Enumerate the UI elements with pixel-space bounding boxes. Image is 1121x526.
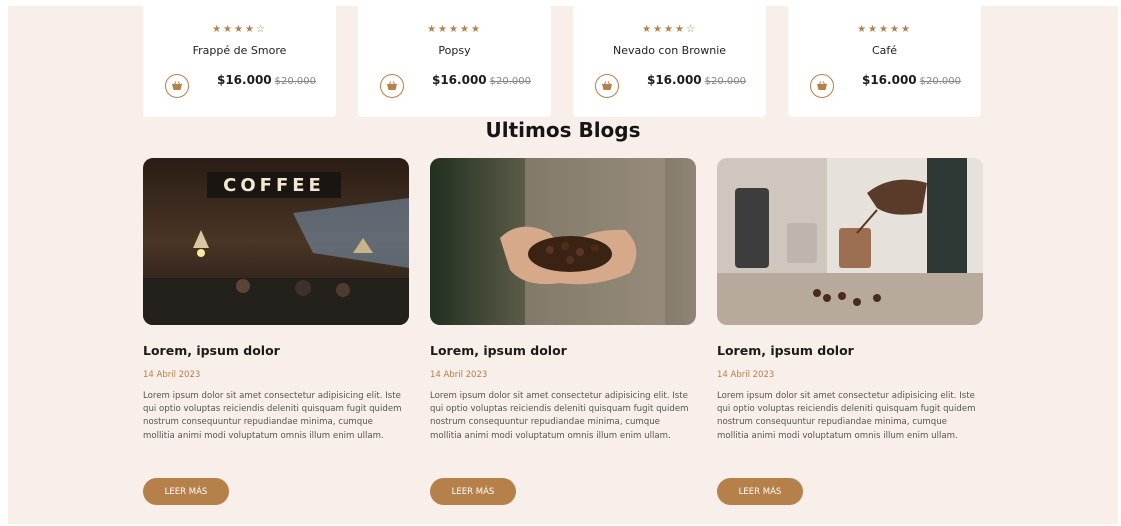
star-filled-icon: ★ [889, 24, 901, 35]
current-price: $16.000 [431, 73, 487, 87]
current-price: $16.000 [216, 73, 272, 87]
add-to-cart-button[interactable] [165, 74, 189, 98]
star-filled-icon: ★ [653, 24, 665, 35]
blog-title: Lorem, ipsum dolor [717, 343, 854, 358]
current-price: $16.000 [861, 73, 917, 87]
price: $16.000 $20.000 [432, 73, 531, 87]
star-rating: ★★★★★ [358, 24, 551, 35]
old-price: $20.000 [704, 76, 746, 87]
blog-card: COFFEE Lorem, ipsum dolor 14 Abril 2023 … [143, 158, 409, 505]
blog-title: Lorem, ipsum dolor [430, 343, 567, 358]
star-filled-icon: ★ [459, 24, 471, 35]
blog-date: 14 Abril 2023 [430, 370, 488, 380]
blog-image-cafe-interior[interactable]: COFFEE [143, 158, 409, 325]
product-card[interactable]: ★★★★★ Café $16.000 $20.000 [788, 6, 981, 117]
blog-image-coffee-pouring[interactable] [717, 158, 983, 325]
blog-date: 14 Abril 2023 [143, 370, 201, 380]
current-price: $16.000 [646, 73, 702, 87]
price: $16.000 $20.000 [862, 73, 961, 87]
star-filled-icon: ★ [449, 24, 460, 35]
read-more-button[interactable]: LEER MÁS [430, 478, 516, 505]
star-empty-icon: ☆ [685, 24, 697, 35]
star-filled-icon: ★ [868, 24, 880, 35]
product-name: Frappé de Smore [192, 44, 287, 57]
star-empty-icon: ☆ [255, 24, 267, 35]
basket-icon [387, 81, 397, 90]
product-card[interactable]: ★★★★☆ Frappé de Smore $16.000 $20.000 [143, 6, 336, 117]
star-filled-icon: ★ [244, 24, 256, 35]
blog-card: Lorem, ipsum dolor 14 Abril 2023 Lorem i… [717, 158, 983, 505]
star-filled-icon: ★ [223, 24, 235, 35]
blog-image-coffee-beans-hands[interactable] [430, 158, 696, 325]
star-filled-icon: ★ [664, 24, 675, 35]
star-filled-icon: ★ [234, 24, 245, 35]
star-filled-icon: ★ [674, 24, 686, 35]
product-name: Café [871, 44, 898, 57]
star-rating: ★★★★☆ [573, 24, 766, 35]
add-to-cart-button[interactable] [810, 74, 834, 98]
image-sign-text: COFFEE [223, 175, 325, 196]
star-filled-icon: ★ [879, 24, 890, 35]
read-more-button[interactable]: LEER MÁS [717, 478, 803, 505]
add-to-cart-button[interactable] [380, 74, 404, 98]
star-filled-icon: ★ [857, 24, 869, 35]
star-filled-icon: ★ [900, 24, 912, 35]
blog-title: Lorem, ipsum dolor [143, 343, 280, 358]
basket-icon [817, 81, 827, 90]
product-card[interactable]: ★★★★☆ Nevado con Brownie $16.000 $20.000 [573, 6, 766, 117]
star-rating: ★★★★☆ [143, 24, 336, 35]
star-filled-icon: ★ [427, 24, 439, 35]
old-price: $20.000 [919, 76, 961, 87]
read-more-button[interactable]: LEER MÁS [143, 478, 229, 505]
star-filled-icon: ★ [212, 24, 224, 35]
old-price: $20.000 [274, 76, 316, 87]
product-card[interactable]: ★★★★★ Popsy $16.000 $20.000 [358, 6, 551, 117]
blog-card: Lorem, ipsum dolor 14 Abril 2023 Lorem i… [430, 158, 696, 505]
star-filled-icon: ★ [470, 24, 482, 35]
product-name: Nevado con Brownie [612, 44, 727, 57]
basket-icon [602, 81, 612, 90]
blog-date: 14 Abril 2023 [717, 370, 775, 380]
star-filled-icon: ★ [642, 24, 654, 35]
product-name: Popsy [438, 44, 471, 57]
price: $16.000 $20.000 [217, 73, 316, 87]
page: ★★★★☆ Frappé de Smore $16.000 $20.000 ★★★… [8, 6, 1118, 524]
basket-icon [172, 81, 182, 90]
blog-excerpt: Lorem ipsum dolor sit amet consectetur a… [717, 391, 976, 441]
blog-excerpt: Lorem ipsum dolor sit amet consectetur a… [143, 391, 402, 441]
price: $16.000 $20.000 [647, 73, 746, 87]
old-price: $20.000 [489, 76, 531, 87]
star-rating: ★★★★★ [788, 24, 981, 35]
add-to-cart-button[interactable] [595, 74, 619, 98]
section-title: Ultimos Blogs [485, 118, 641, 142]
blog-excerpt: Lorem ipsum dolor sit amet consectetur a… [430, 391, 689, 441]
star-filled-icon: ★ [438, 24, 450, 35]
